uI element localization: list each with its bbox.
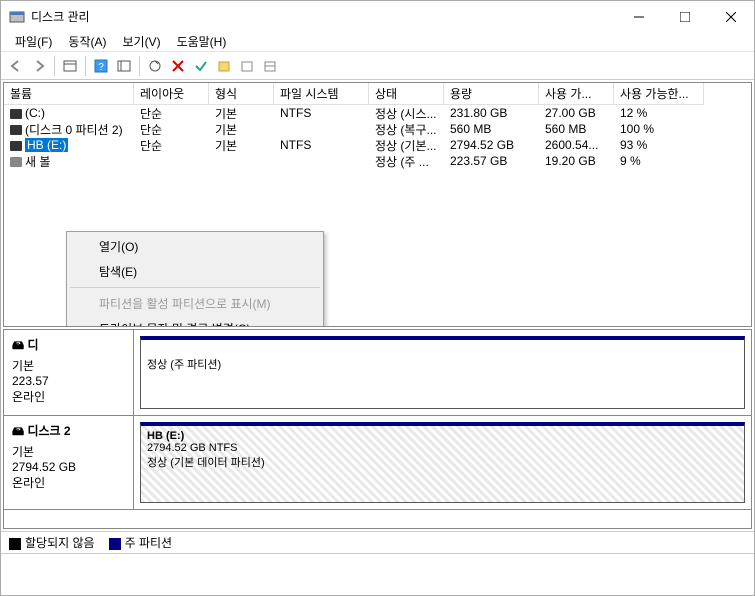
- action2-icon[interactable]: [236, 55, 258, 77]
- refresh-icon[interactable]: [144, 55, 166, 77]
- ctx-open[interactable]: 열기(O): [69, 234, 321, 259]
- table-row[interactable]: (디스크 0 파티션 2) 단순기본정상 (복구...560 MB560 MB1…: [4, 121, 751, 137]
- table-row[interactable]: 새 볼 정상 (주 ...223.57 GB19.20 GB9 %: [4, 153, 751, 169]
- col-layout[interactable]: 레이아웃: [134, 83, 209, 105]
- settings-icon[interactable]: [113, 55, 135, 77]
- disk-label: 🖴 디 기본 223.57 온라인: [4, 330, 134, 415]
- menu-view[interactable]: 보기(V): [114, 32, 168, 51]
- app-icon: [9, 9, 25, 25]
- col-fs[interactable]: 파일 시스템: [274, 83, 369, 105]
- window-title: 디스크 관리: [31, 8, 616, 25]
- maximize-button[interactable]: [662, 1, 708, 32]
- col-free[interactable]: 사용 가...: [539, 83, 614, 105]
- menu-help[interactable]: 도움말(H): [169, 32, 235, 51]
- partition[interactable]: 정상 (주 파티션): [140, 336, 745, 409]
- ctx-mark-active: 파티션을 활성 파티션으로 표시(M): [69, 291, 321, 316]
- column-headers: 볼륨 레이아웃 형식 파일 시스템 상태 용량 사용 가... 사용 가능한..…: [4, 83, 751, 105]
- volume-rows: (C:) 단순기본NTFS정상 (시스...231.80 GB27.00 GB1…: [4, 105, 751, 169]
- legend-unallocated-swatch: [9, 538, 21, 550]
- table-row[interactable]: (C:) 단순기본NTFS정상 (시스...231.80 GB27.00 GB1…: [4, 105, 751, 121]
- col-volume[interactable]: 볼륨: [4, 83, 134, 105]
- forward-button[interactable]: [28, 55, 50, 77]
- panel-icon[interactable]: [59, 55, 81, 77]
- menu-file[interactable]: 파일(F): [7, 32, 60, 51]
- close-button[interactable]: [708, 1, 754, 32]
- col-pct[interactable]: 사용 가능한...: [614, 83, 704, 105]
- status-bar: [1, 553, 754, 573]
- disk-map[interactable]: 🖴 디 기본 223.57 온라인 정상 (주 파티션) 🖴 디스크 2 기본 …: [3, 329, 752, 529]
- volume-icon: [10, 157, 22, 167]
- menu-bar: 파일(F) 동작(A) 보기(V) 도움말(H): [1, 32, 754, 52]
- volume-icon: [10, 109, 22, 119]
- svg-text:?: ?: [98, 62, 104, 73]
- ctx-explore[interactable]: 탐색(E): [69, 259, 321, 284]
- menu-action[interactable]: 동작(A): [60, 32, 114, 51]
- context-menu: 열기(O) 탐색(E) 파티션을 활성 파티션으로 표시(M) 드라이브 문자 …: [66, 231, 324, 327]
- toolbar: ?: [1, 52, 754, 80]
- check-icon[interactable]: [190, 55, 212, 77]
- help-icon[interactable]: ?: [90, 55, 112, 77]
- legend: 할당되지 않음 주 파티션: [1, 531, 754, 553]
- minimize-button[interactable]: [616, 1, 662, 32]
- legend-primary-swatch: [109, 538, 121, 550]
- table-row[interactable]: HB (E:) 단순기본NTFS정상 (기본...2794.52 GB2600.…: [4, 137, 751, 153]
- col-capacity[interactable]: 용량: [444, 83, 539, 105]
- disk-row: 🖴 디스크 2 기본 2794.52 GB 온라인 HB (E:) 2794.5…: [4, 416, 751, 510]
- ctx-change-letter[interactable]: 드라이브 문자 및 경로 변경(C)...: [69, 316, 321, 327]
- back-button[interactable]: [5, 55, 27, 77]
- volume-icon: [10, 125, 22, 135]
- volume-icon: [10, 141, 22, 151]
- col-status[interactable]: 상태: [369, 83, 444, 105]
- disk-label: 🖴 디스크 2 기본 2794.52 GB 온라인: [4, 416, 134, 509]
- disk-icon: 🖴: [12, 338, 24, 352]
- partition[interactable]: HB (E:) 2794.52 GB NTFS 정상 (기본 데이터 파티션): [140, 422, 745, 503]
- action1-icon[interactable]: [213, 55, 235, 77]
- action3-icon[interactable]: [259, 55, 281, 77]
- delete-icon[interactable]: [167, 55, 189, 77]
- title-bar: 디스크 관리: [1, 1, 754, 32]
- disk-icon: 🖴: [12, 424, 24, 438]
- col-type[interactable]: 형식: [209, 83, 274, 105]
- volume-list[interactable]: 볼륨 레이아웃 형식 파일 시스템 상태 용량 사용 가... 사용 가능한..…: [3, 82, 752, 327]
- disk-row: 🖴 디 기본 223.57 온라인 정상 (주 파티션): [4, 330, 751, 416]
